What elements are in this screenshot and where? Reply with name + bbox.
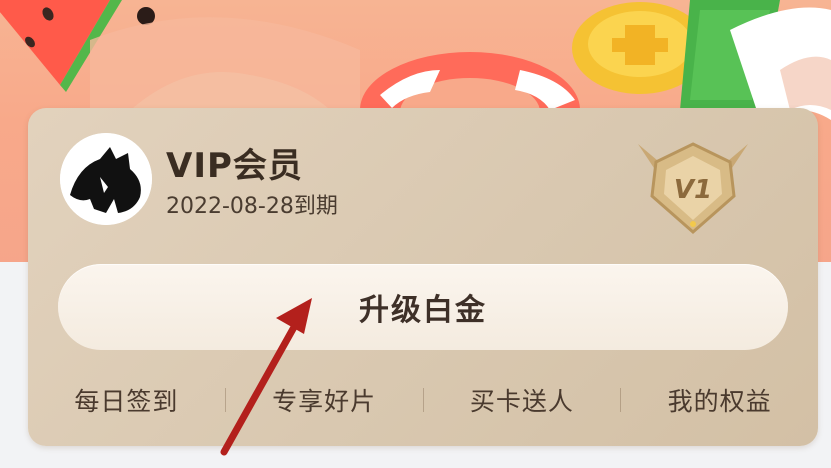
v1-level-badge[interactable]: V1 — [634, 136, 752, 240]
action-exclusive-movies[interactable]: 专享好片 — [226, 382, 423, 418]
avatar[interactable] — [60, 133, 152, 225]
upgrade-platinum-button[interactable]: 升级白金 — [58, 264, 788, 350]
v1-badge-text: V1 — [674, 175, 712, 205]
avatar-cat-silhouette-icon — [60, 133, 152, 225]
action-my-benefits[interactable]: 我的权益 — [621, 382, 818, 418]
membership-title: VIP会员 — [166, 146, 303, 186]
quick-actions-bar: 每日签到 专享好片 买卡送人 我的权益 — [28, 372, 818, 428]
action-gift-card[interactable]: 买卡送人 — [424, 382, 621, 418]
membership-expiry-date: 2022-08-28到期 — [166, 194, 338, 219]
action-daily-checkin[interactable]: 每日签到 — [28, 382, 225, 418]
v1-shield-badge-icon: V1 — [638, 142, 748, 234]
vip-screen: VIP会员 2022-08-28到期 V1 升级白金 每日签到 专享好片 买卡送… — [0, 0, 831, 468]
